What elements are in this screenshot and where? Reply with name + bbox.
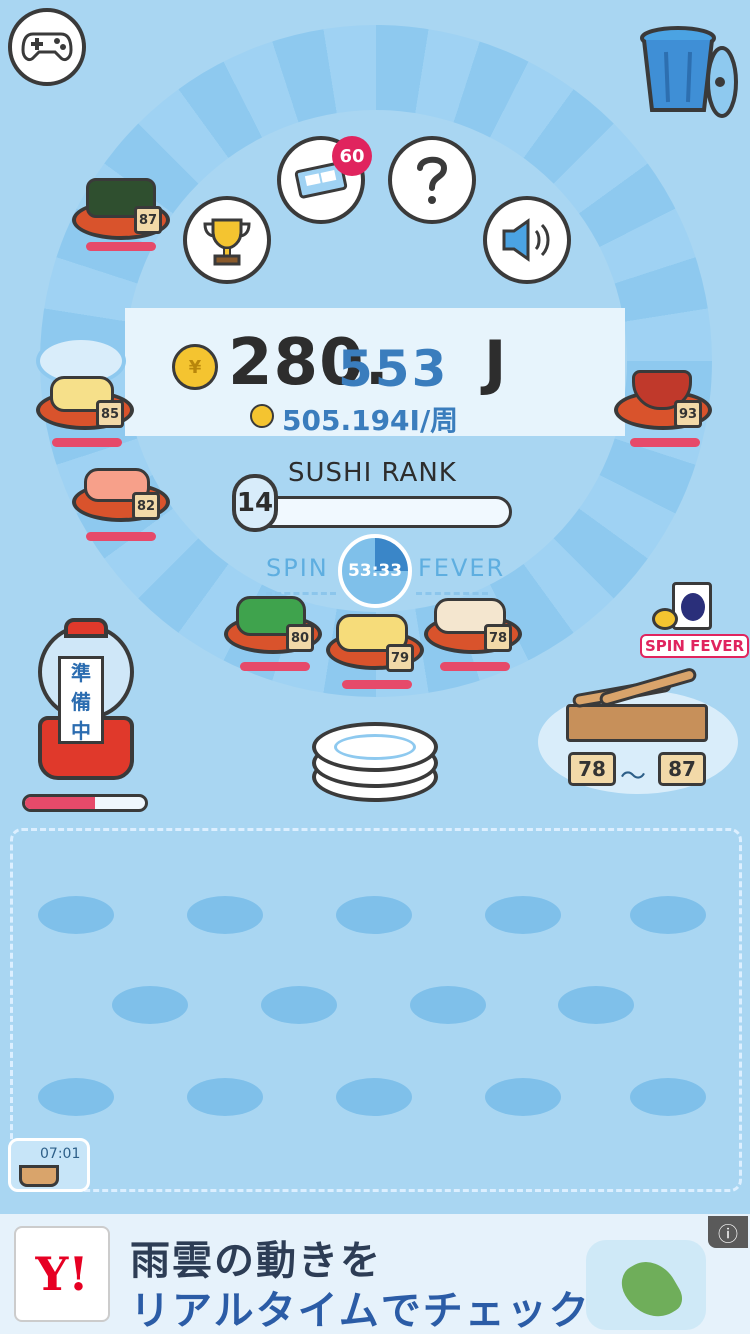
placement-slot[interactable]	[38, 1078, 114, 1116]
fever-dash	[416, 592, 488, 595]
plate-number: 78	[484, 624, 512, 652]
plate-timer-bar	[86, 532, 156, 541]
yahoo-logo: Y!	[14, 1226, 110, 1322]
status-char: 備	[71, 689, 91, 714]
placement-slot[interactable]	[630, 1078, 706, 1116]
score-unit: J	[484, 328, 507, 398]
placement-slot[interactable]	[38, 896, 114, 934]
placement-slot[interactable]	[485, 896, 561, 934]
coin-stack-icon	[652, 608, 678, 630]
placement-slot[interactable]	[187, 1078, 263, 1116]
placement-slot[interactable]	[558, 986, 634, 1024]
help-button[interactable]	[388, 136, 476, 224]
plate-stack-top	[312, 722, 438, 772]
plate-timer-bar	[342, 680, 412, 689]
ticket-count-badge: 60	[332, 136, 372, 176]
range-min: 78	[568, 752, 616, 786]
wood-board-icon	[562, 666, 712, 744]
fever-disc	[681, 593, 705, 621]
placement-slot[interactable]	[187, 896, 263, 934]
spin-fever-timer[interactable]: 53:33	[338, 534, 412, 608]
placement-slot[interactable]	[336, 896, 412, 934]
placement-slot[interactable]	[112, 986, 188, 1024]
placement-slot[interactable]	[485, 1078, 561, 1116]
question-mark-icon	[417, 156, 448, 204]
trophy-icon	[203, 218, 251, 266]
coin-icon: ¥	[172, 344, 218, 390]
gacha-progress-fill	[25, 797, 95, 809]
plate-number: 85	[96, 400, 124, 428]
rice-tub-timer-text: 07:01	[40, 1146, 81, 1162]
status-char: 準	[71, 660, 91, 685]
placement-slot[interactable]	[336, 1078, 412, 1116]
rank-progress-bar	[250, 496, 512, 528]
spin-fever-item-label: SPIN FEVER	[640, 634, 750, 658]
gacha-machine[interactable]: 準 備 中	[28, 618, 144, 788]
plate-number: 82	[132, 492, 160, 520]
rank-level-badge: 14	[232, 474, 278, 532]
rice-tub-icon	[19, 1165, 59, 1187]
plate-number: 79	[386, 644, 414, 672]
plate-number: 93	[674, 400, 702, 428]
score-decimal: 553	[338, 340, 449, 398]
fever-card	[672, 582, 712, 630]
plate-timer-bar	[630, 438, 700, 447]
plate-rim	[334, 734, 416, 760]
gacha-status-card: 準 備 中	[58, 656, 104, 744]
spin-fever-timer-text: 53:33	[347, 561, 403, 581]
gacha-cap	[64, 618, 108, 638]
placement-slot[interactable]	[410, 986, 486, 1024]
plate-timer-bar	[86, 242, 156, 251]
gacha-progress-bar	[22, 794, 148, 812]
placement-slot[interactable]	[630, 896, 706, 934]
speaker-icon	[502, 218, 550, 262]
plate-timer-bar	[240, 662, 310, 671]
spin-label: SPIN	[266, 554, 329, 582]
trash-button[interactable]	[632, 22, 742, 122]
status-char: 中	[71, 718, 91, 743]
gamepad-icon	[21, 32, 73, 62]
spin-dash	[266, 592, 336, 595]
income-rate: 505.194I/周	[282, 404, 459, 437]
sound-button[interactable]	[483, 196, 571, 284]
spin-fever-item[interactable]	[652, 582, 716, 636]
ad-headline-2: リアルタイムでチェック	[130, 1288, 591, 1334]
trash-can-icon	[640, 26, 738, 118]
sushi-rank-label: SUSHI RANK	[288, 458, 457, 488]
gamepad-button[interactable]	[8, 8, 86, 86]
ad-info-icon[interactable]: ⓘ	[708, 1216, 748, 1248]
plate-timer-bar	[52, 438, 122, 447]
coin-small-icon	[250, 404, 274, 428]
plate-number: 87	[134, 206, 162, 234]
range-max: 87	[658, 752, 706, 786]
placement-slot[interactable]	[261, 986, 337, 1024]
plate-timer-bar	[440, 662, 510, 671]
trophy-button[interactable]	[183, 196, 271, 284]
fever-label: FEVER	[418, 554, 506, 582]
plate-number: 80	[286, 624, 314, 652]
empty-plate-stack[interactable]	[312, 722, 438, 806]
range-separator: 〜	[620, 762, 647, 792]
japan-map-image	[586, 1240, 706, 1330]
